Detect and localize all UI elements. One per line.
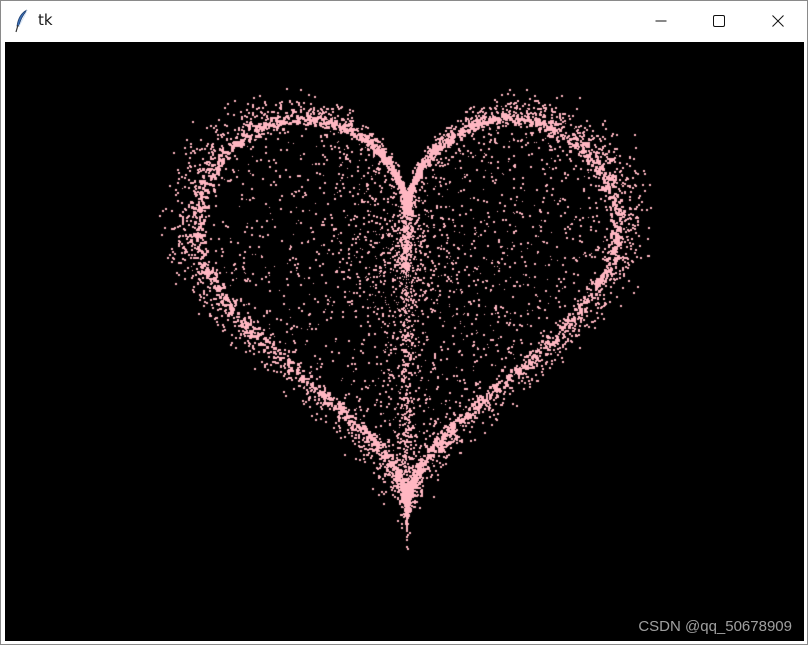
window-title: tk [38,11,53,29]
heart-particle-canvas[interactable] [5,42,804,641]
watermark: CSDN @qq_50678909 [638,618,792,635]
close-icon [772,12,784,31]
maximize-button[interactable] [690,1,748,41]
title-bar[interactable]: tk [1,1,807,41]
minimize-button[interactable] [632,1,690,41]
tk-window: tk CSDN @qq_50678909 [0,0,808,645]
maximize-icon [713,12,725,31]
tk-feather-icon [13,9,31,33]
minimize-icon [655,12,667,31]
close-button[interactable] [749,1,807,41]
heart-canvas-area[interactable]: CSDN @qq_50678909 [5,42,804,641]
